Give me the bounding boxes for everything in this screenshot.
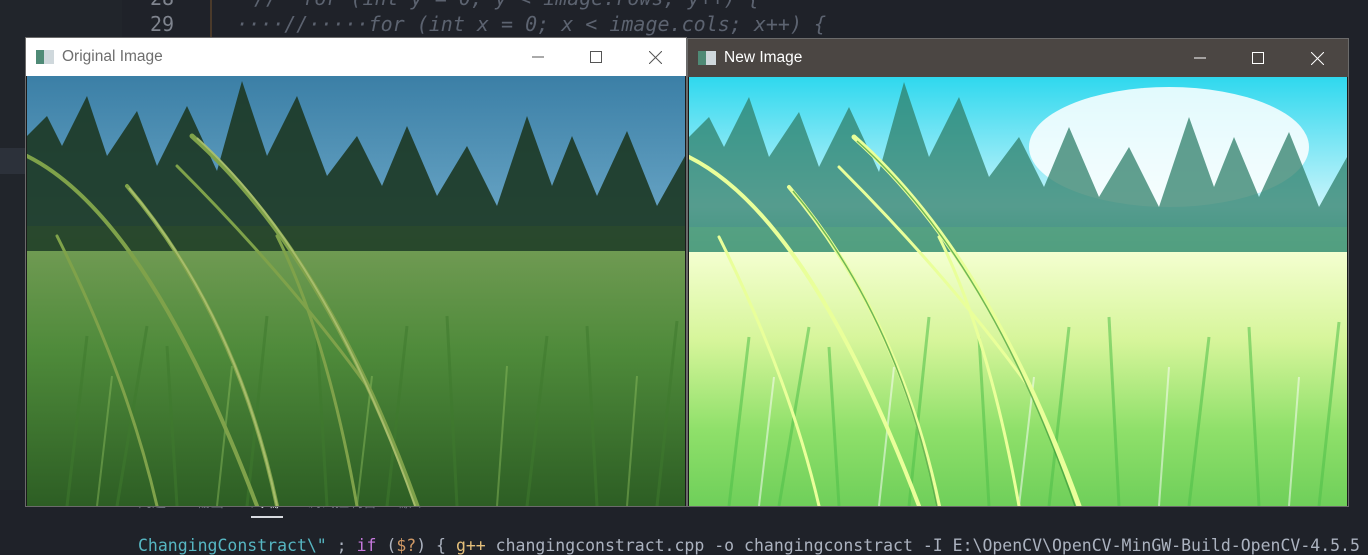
maximize-button[interactable] <box>567 38 625 76</box>
window-title: Original Image <box>62 48 163 65</box>
code-line[interactable]: ····//·····for (int x = 0; x < image.col… <box>212 12 826 36</box>
code-line[interactable]: // for (int y = 0; y < image.rows; y++) … <box>218 0 760 10</box>
active-tab-indicator <box>251 516 283 518</box>
minimize-icon <box>532 56 544 58</box>
maximize-icon <box>590 51 602 63</box>
window-titlebar[interactable]: New Image <box>688 39 1348 77</box>
window-title: New Image <box>724 49 803 66</box>
terminal-command: g++ <box>455 536 486 555</box>
line-number: 29 <box>150 12 175 36</box>
terminal-path: ChangingConstract\" <box>138 536 327 555</box>
new-image-display <box>689 77 1347 506</box>
terminal-command-line[interactable]: ChangingConstract\" ; if ($?) { g++ chan… <box>138 536 1360 555</box>
close-button[interactable] <box>626 38 684 76</box>
terminal-variable: $? <box>396 536 417 555</box>
terminal-text: ) { <box>416 536 456 555</box>
line-number: 28 <box>150 0 174 10</box>
terminal-keyword: if <box>356 536 377 555</box>
close-icon <box>648 50 662 64</box>
terminal-text: ( <box>376 536 397 555</box>
minimize-icon <box>1194 57 1206 59</box>
minimize-button[interactable] <box>1171 39 1229 77</box>
maximize-icon <box>1252 52 1264 64</box>
terminal-text: ; <box>326 536 357 555</box>
original-image-window[interactable]: Original Image <box>26 38 686 506</box>
opencv-window-icon <box>36 50 54 64</box>
close-icon <box>1310 51 1324 65</box>
grass-photo-contrast <box>689 77 1347 506</box>
minimize-button[interactable] <box>509 38 567 76</box>
maximize-button[interactable] <box>1229 39 1287 77</box>
opencv-window-icon <box>698 51 716 65</box>
close-button[interactable] <box>1288 39 1346 77</box>
new-image-window[interactable]: New Image <box>688 39 1348 506</box>
original-image-display <box>27 76 685 506</box>
gutter-current-line <box>0 148 28 174</box>
window-titlebar[interactable]: Original Image <box>26 38 686 76</box>
grass-photo-original <box>27 76 685 506</box>
terminal-args: changingconstract.cpp -o changingconstra… <box>485 536 1360 555</box>
